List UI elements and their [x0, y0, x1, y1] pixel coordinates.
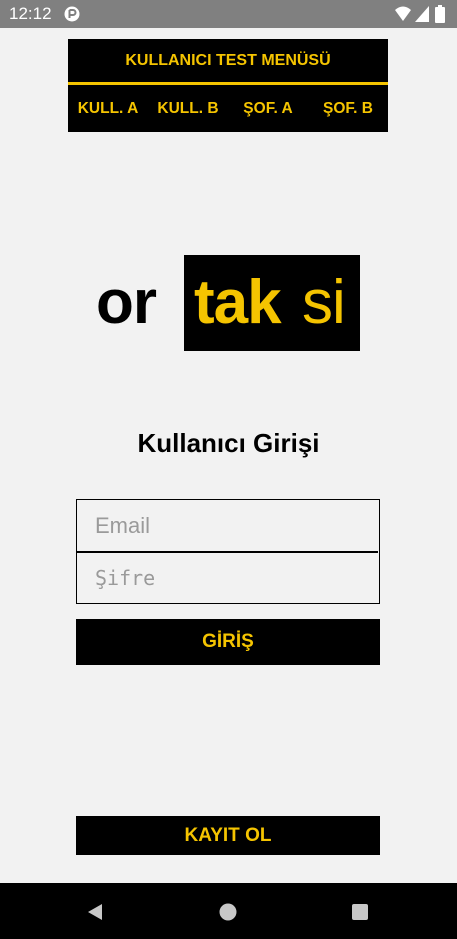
logo-text-si: si	[302, 268, 346, 337]
register-button[interactable]: KAYIT OL	[76, 816, 380, 855]
status-time: 12:12	[9, 4, 52, 23]
login-button[interactable]: GİRİŞ	[76, 619, 380, 665]
page-title: Kullanıcı Girişi	[137, 428, 320, 458]
logo-text-tak: tak	[194, 268, 282, 337]
navigation-bar	[0, 883, 457, 939]
recents-icon[interactable]	[349, 901, 371, 923]
test-menu-buttons: KULL. A KULL. B ŞOF. A ŞOF. B	[68, 85, 388, 132]
test-driver-a-button[interactable]: ŞOF. A	[228, 85, 308, 132]
test-user-a-button[interactable]: KULL. A	[68, 85, 148, 132]
login-form	[76, 499, 380, 604]
logo-text-or: or	[96, 268, 157, 337]
status-icons	[394, 5, 448, 23]
battery-icon	[435, 5, 445, 23]
test-menu-title: KULLANICI TEST MENÜSÜ	[125, 52, 331, 69]
status-bar: 12:12	[0, 0, 457, 28]
test-driver-b-button[interactable]: ŞOF. B	[308, 85, 388, 132]
ortaksi-logo: or tak si	[96, 255, 362, 351]
email-field[interactable]	[77, 500, 378, 551]
cellular-signal-icon	[415, 6, 429, 22]
app-notification-icon	[64, 6, 80, 22]
app-screen: 12:12 KULLANICI TEST MENÜSÜ KULL. A KULL…	[0, 0, 457, 939]
home-icon[interactable]	[217, 901, 239, 923]
test-user-b-button[interactable]: KULL. B	[148, 85, 228, 132]
password-field[interactable]	[77, 552, 378, 603]
wifi-icon	[395, 6, 411, 21]
logo-black-box: tak si	[184, 255, 360, 351]
back-icon[interactable]	[84, 901, 106, 923]
test-user-menu: KULLANICI TEST MENÜSÜ KULL. A KULL. B ŞO…	[68, 39, 388, 132]
